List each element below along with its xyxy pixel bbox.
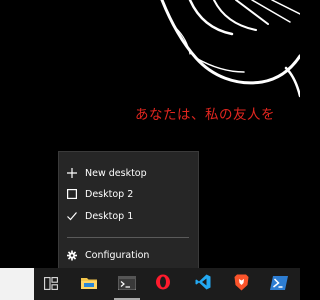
menu-item-new-desktop[interactable]: New desktop — [59, 163, 198, 183]
file-explorer-button[interactable] — [72, 268, 106, 300]
powershell-button[interactable] — [262, 268, 296, 300]
taskbar — [0, 268, 300, 300]
vscode-button[interactable] — [186, 268, 220, 300]
menu-item-label: Configuration — [85, 249, 150, 261]
desktop-icon — [67, 189, 77, 199]
brave-button[interactable] — [224, 268, 258, 300]
task-view-menu: New desktop Desktop 2 Desktop 1 Configur… — [58, 151, 199, 268]
terminal-button[interactable] — [110, 268, 144, 300]
folder-icon — [81, 275, 97, 294]
menu-item-label: Desktop 2 — [85, 188, 134, 200]
brave-icon — [234, 274, 249, 295]
wallpaper-japanese-text: あなたは、私の友人を — [135, 107, 275, 123]
menu-item-desktop-1[interactable]: Desktop 1 — [59, 206, 198, 226]
check-icon — [67, 211, 77, 221]
search-box[interactable] — [0, 268, 34, 300]
plus-icon — [67, 168, 77, 178]
terminal-icon — [117, 275, 137, 294]
menu-item-desktop-2[interactable]: Desktop 2 — [59, 184, 198, 204]
gear-icon — [67, 250, 77, 260]
opera-icon — [155, 274, 171, 294]
menu-item-label: Desktop 1 — [85, 210, 134, 222]
opera-button[interactable] — [146, 268, 180, 300]
menu-separator — [67, 237, 189, 238]
powershell-icon — [270, 275, 288, 294]
menu-item-label: New desktop — [85, 167, 147, 179]
task-view-icon — [44, 275, 58, 294]
task-view-button[interactable] — [34, 268, 68, 300]
vscode-icon — [195, 274, 211, 294]
menu-item-configuration[interactable]: Configuration — [59, 245, 198, 265]
